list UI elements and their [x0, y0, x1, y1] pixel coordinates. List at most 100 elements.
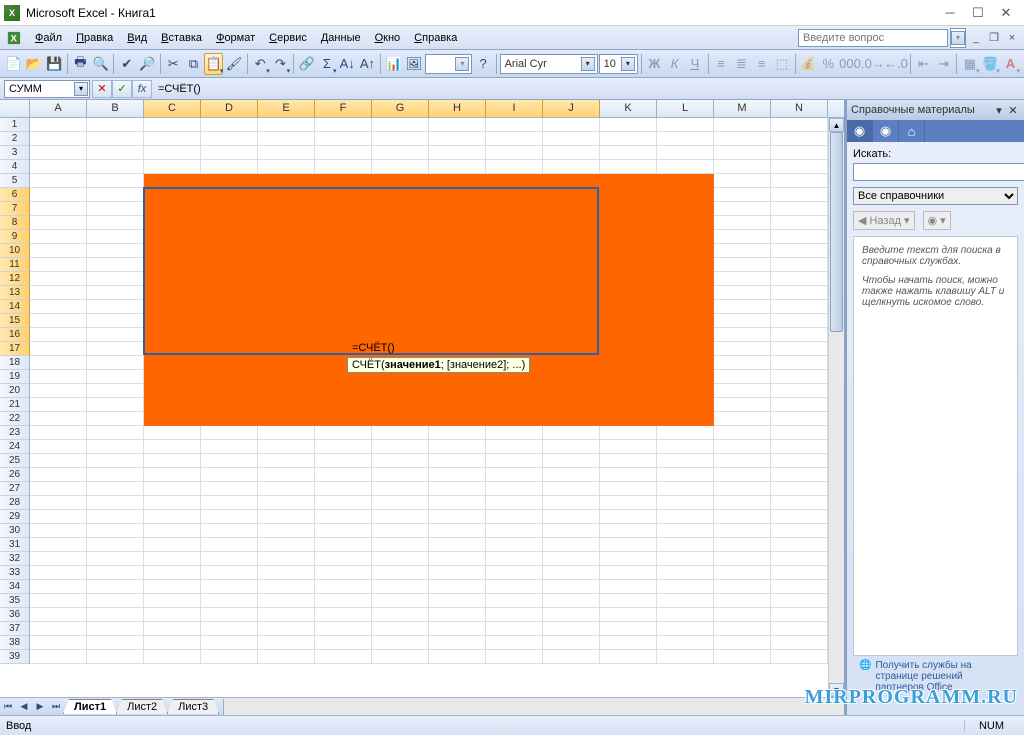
currency-button[interactable]: 💰: [798, 53, 817, 75]
tab-last-button[interactable]: ⏭: [48, 699, 64, 715]
format-painter-button[interactable]: 🖌: [224, 53, 243, 75]
font-combo[interactable]: Arial Cyr▾: [500, 54, 598, 74]
row-header-18[interactable]: 18: [0, 356, 30, 370]
row-header-33[interactable]: 33: [0, 566, 30, 580]
row-header-10[interactable]: 10: [0, 244, 30, 258]
task-tab-home-icon[interactable]: ⌂: [899, 120, 925, 142]
references-dropdown[interactable]: Все справочники: [853, 187, 1018, 205]
row-header-34[interactable]: 34: [0, 580, 30, 594]
row-header-13[interactable]: 13: [0, 286, 30, 300]
spell-check-button[interactable]: ✔: [117, 53, 136, 75]
task-pane-dropdown[interactable]: ▾: [992, 103, 1006, 117]
task-search-input[interactable]: [853, 163, 1024, 181]
row-header-14[interactable]: 14: [0, 300, 30, 314]
save-button[interactable]: 💾: [45, 53, 64, 75]
menu-вид[interactable]: Вид: [120, 29, 154, 47]
row-header-28[interactable]: 28: [0, 496, 30, 510]
sheet-tab-Лист3[interactable]: Лист3: [167, 699, 219, 714]
row-header-15[interactable]: 15: [0, 314, 30, 328]
col-header-L[interactable]: L: [657, 100, 714, 117]
cut-button[interactable]: ✂: [164, 53, 183, 75]
row-header-25[interactable]: 25: [0, 454, 30, 468]
row-header-38[interactable]: 38: [0, 636, 30, 650]
row-header-32[interactable]: 32: [0, 552, 30, 566]
col-header-E[interactable]: E: [258, 100, 315, 117]
help-search-input[interactable]: [798, 29, 948, 47]
align-center-button[interactable]: ≣: [732, 53, 751, 75]
menu-формат[interactable]: Формат: [209, 29, 262, 47]
row-header-3[interactable]: 3: [0, 146, 30, 160]
chart-button[interactable]: 📊: [384, 53, 403, 75]
copy-button[interactable]: ⧉: [184, 53, 203, 75]
scroll-down-button[interactable]: ▼: [829, 683, 844, 697]
col-header-G[interactable]: G: [372, 100, 429, 117]
enter-formula-button[interactable]: ✓: [112, 80, 132, 98]
new-button[interactable]: 📄: [4, 53, 23, 75]
maximize-button[interactable]: ☐: [964, 3, 992, 23]
minimize-button[interactable]: ─: [936, 3, 964, 23]
row-header-31[interactable]: 31: [0, 538, 30, 552]
row-header-30[interactable]: 30: [0, 524, 30, 538]
menu-сервис[interactable]: Сервис: [262, 29, 314, 47]
autosum-button[interactable]: Σ▾: [317, 53, 336, 75]
drawing-button[interactable]: 🖼: [404, 53, 423, 75]
font-size-combo[interactable]: 10▾: [599, 54, 638, 74]
fx-button[interactable]: fx: [132, 80, 152, 98]
horizontal-scrollbar[interactable]: [223, 699, 844, 715]
font-color-button[interactable]: A▾: [1001, 53, 1020, 75]
help-dropdown[interactable]: ▾: [950, 28, 966, 48]
sheet-tab-Лист1[interactable]: Лист1: [63, 699, 117, 714]
row-header-22[interactable]: 22: [0, 412, 30, 426]
menu-окно[interactable]: Окно: [368, 29, 408, 47]
menu-файл[interactable]: Файл: [28, 29, 69, 47]
task-back-button[interactable]: ◀ Назад ▾: [853, 211, 915, 230]
col-header-J[interactable]: J: [543, 100, 600, 117]
doc-close-button[interactable]: ×: [1004, 30, 1020, 46]
row-header-24[interactable]: 24: [0, 440, 30, 454]
print-preview-button[interactable]: 🔍: [91, 53, 110, 75]
col-header-A[interactable]: A: [30, 100, 87, 117]
menu-правка[interactable]: Правка: [69, 29, 120, 47]
doc-restore-button[interactable]: ❐: [986, 30, 1002, 46]
task-pane-close[interactable]: ✕: [1006, 103, 1020, 117]
row-header-26[interactable]: 26: [0, 468, 30, 482]
col-header-H[interactable]: H: [429, 100, 486, 117]
task-footer-link[interactable]: 🌐 Получить службы на странице решений па…: [853, 656, 1018, 697]
underline-button[interactable]: Ч: [685, 53, 704, 75]
row-header-21[interactable]: 21: [0, 398, 30, 412]
tab-prev-button[interactable]: ◀: [16, 699, 32, 715]
row-header-20[interactable]: 20: [0, 384, 30, 398]
col-header-I[interactable]: I: [486, 100, 543, 117]
bold-button[interactable]: Ж: [645, 53, 664, 75]
tab-first-button[interactable]: ⏮: [0, 699, 16, 715]
row-header-39[interactable]: 39: [0, 650, 30, 664]
tab-next-button[interactable]: ▶: [32, 699, 48, 715]
row-header-8[interactable]: 8: [0, 216, 30, 230]
close-button[interactable]: ✕: [992, 3, 1020, 23]
col-header-M[interactable]: M: [714, 100, 771, 117]
print-button[interactable]: 🖶: [71, 53, 90, 75]
col-header-K[interactable]: K: [600, 100, 657, 117]
align-right-button[interactable]: ≡: [752, 53, 771, 75]
help-button[interactable]: ?: [473, 53, 492, 75]
row-header-11[interactable]: 11: [0, 258, 30, 272]
redo-button[interactable]: ↷▾: [271, 53, 290, 75]
col-header-N[interactable]: N: [771, 100, 828, 117]
row-header-35[interactable]: 35: [0, 594, 30, 608]
row-header-17[interactable]: 17: [0, 342, 30, 356]
row-header-4[interactable]: 4: [0, 160, 30, 174]
task-forward-button[interactable]: ◉ ▾: [923, 211, 951, 230]
column-headers[interactable]: ABCDEFGHIJKLMN: [0, 100, 844, 118]
undo-button[interactable]: ↶▾: [251, 53, 270, 75]
doc-minimize-button[interactable]: _: [968, 30, 984, 46]
increase-decimal-button[interactable]: .0→: [862, 53, 884, 75]
percent-button[interactable]: %: [819, 53, 838, 75]
decrease-indent-button[interactable]: ⇤: [914, 53, 933, 75]
increase-indent-button[interactable]: ⇥: [934, 53, 953, 75]
scroll-up-button[interactable]: ▲: [829, 118, 844, 132]
sort-desc-button[interactable]: A↑: [358, 53, 377, 75]
row-header-16[interactable]: 16: [0, 328, 30, 342]
italic-button[interactable]: К: [665, 53, 684, 75]
scroll-thumb[interactable]: [830, 132, 843, 332]
row-header-5[interactable]: 5: [0, 174, 30, 188]
